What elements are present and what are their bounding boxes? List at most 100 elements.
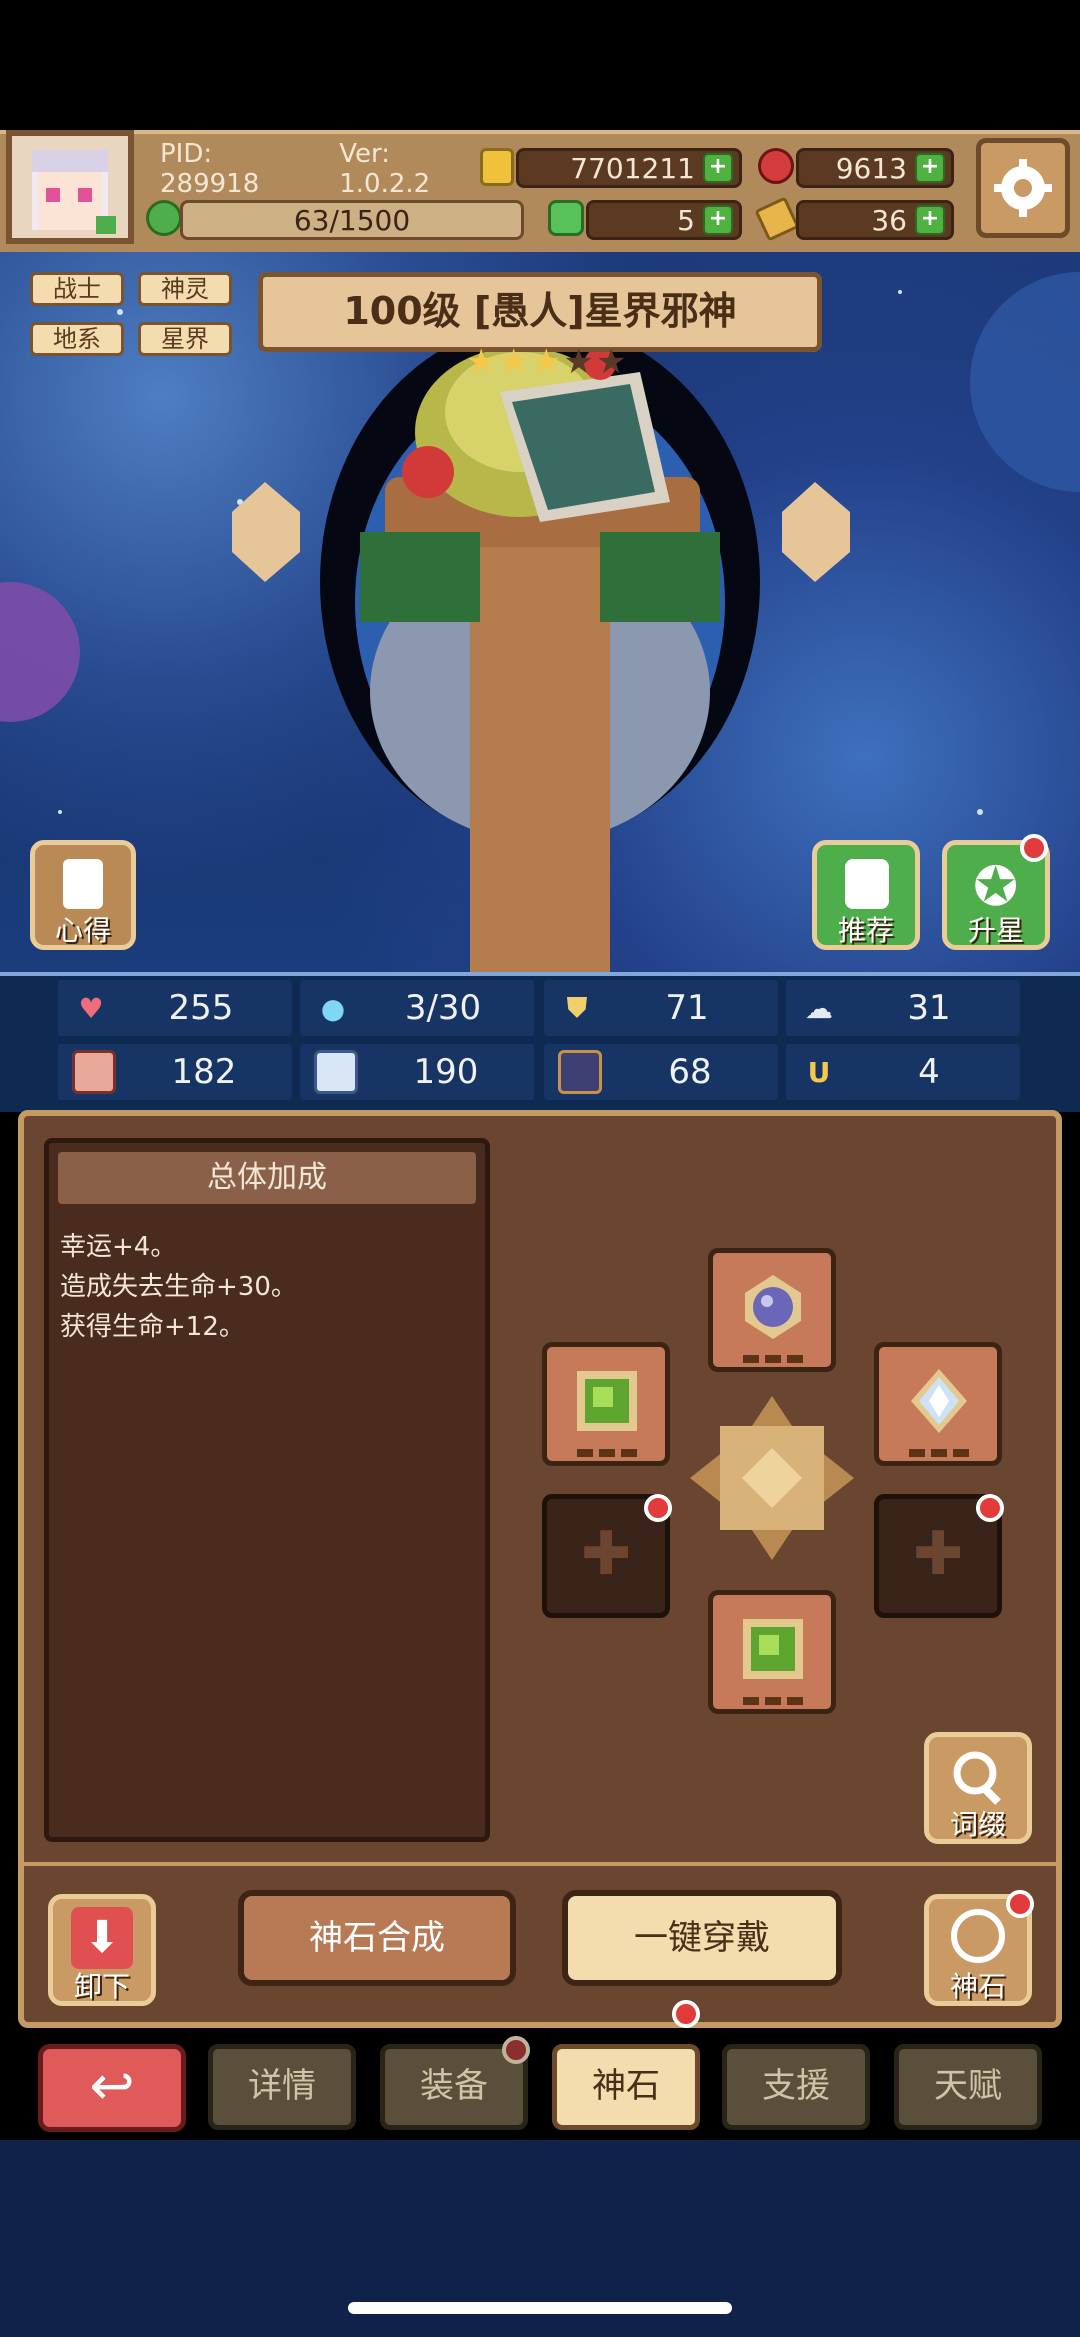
gem-slot-top[interactable] [708,1248,836,1372]
bonus-line: 获得生命+12。 [60,1312,245,1342]
down-arrow-icon: ⬇ [71,1907,133,1969]
fist-icon [72,1050,116,1094]
affix-button[interactable]: 词缀 [924,1732,1032,1844]
ruby-value: 9613 [835,151,907,185]
tab-godstone[interactable]: 神石 [552,2044,700,2130]
stat-hp: ♥ 255 [58,980,292,1036]
center-emblem [686,1392,858,1564]
clover-value: 5 [677,203,695,237]
insights-label: 心得 [54,914,111,947]
star-icon: ★ [498,342,529,382]
thumbs-up-icon [845,859,889,909]
gold-value: 7701211 [570,151,695,185]
stat-value: 68 [668,1052,712,1092]
godstone-label: 神石 [949,1970,1006,2003]
affix-label: 词缀 [949,1808,1006,1841]
purple-gem-icon [745,1275,801,1339]
star-icon: ★ [530,342,562,382]
add-clover-button[interactable]: + [703,205,733,235]
stat-value: 182 [171,1052,237,1092]
stat-defense: ⛊ 71 [544,980,778,1036]
recommend-button[interactable]: 推荐 [812,840,920,950]
key-counter: 36 + [796,200,954,240]
gem-level-pips [743,1355,803,1365]
stat-luck: U 4 [786,1044,1020,1100]
gem-slot-left[interactable] [542,1342,670,1466]
pid-label: PID: 289918 [160,139,260,199]
player-avatar[interactable] [6,130,134,244]
equip-all-button[interactable]: 一键穿戴 [562,1890,842,1986]
insights-button[interactable]: 心得 [30,840,136,950]
recommend-label: 推荐 [837,914,894,947]
add-gold-button[interactable]: + [703,153,733,183]
add-icon: ✚ [913,1519,964,1589]
gear-icon [994,159,1052,217]
combine-godstone-button[interactable]: 神石合成 [238,1890,516,1986]
panel-divider [24,1862,1056,1866]
back-button[interactable]: ↩ [38,2044,186,2132]
star-empty-icon: ★ [563,342,594,382]
stamina-value: 63/1500 [293,203,411,237]
bonus-line: 幸运+4。 [60,1232,177,1262]
stamina-clover-icon [146,200,182,236]
unequip-button[interactable]: ⬇ 卸下 [48,1894,156,2006]
horseshoe-icon: U [807,1055,831,1089]
stat-attack: 182 [58,1044,292,1100]
stat-value: 71 [665,988,709,1028]
tag-earth: 地系 [30,322,124,356]
add-icon: ✚ [581,1519,632,1589]
stat-value: 4 [918,1052,940,1092]
ruby-icon [758,148,794,184]
scroll-icon [63,859,103,909]
gem-slot-right[interactable] [874,1342,1002,1466]
ruby-counter: 9613 + [796,148,954,188]
godstone-icon [951,1909,1005,1963]
stat-agility: 68 [544,1044,778,1100]
unequip-label: 卸下 [73,1970,130,2003]
gem-level-pips [743,1697,803,1707]
water-drop-icon: ● [320,991,346,1025]
gem-slot-bottom[interactable] [708,1590,836,1714]
tag-deity: 神灵 [138,272,232,306]
back-arrow-icon: ↩ [89,2054,135,2117]
boot-icon [558,1050,602,1094]
wing-icon: ☁ [805,991,833,1025]
stat-value: 255 [168,988,234,1028]
star-up-label: 升星 [967,914,1024,947]
add-ruby-button[interactable]: + [915,153,945,183]
tab-talent[interactable]: 天赋 [894,2044,1042,2130]
gold-counter: 7701211 + [516,148,742,188]
white-diamond-gem-icon [911,1369,967,1433]
notification-dot [976,1494,1004,1522]
star-empty-icon: ★ [595,342,627,382]
bonus-panel-title: 总体加成 [58,1152,476,1204]
clover-counter: 5 + [586,200,742,240]
stat-value: 31 [907,988,951,1028]
stamina-bar: 63/1500 [180,200,524,240]
heart-icon: ♥ [78,991,104,1025]
tab-details[interactable]: 详情 [208,2044,356,2130]
green-gem-icon [577,1371,637,1431]
stat-speed: ☁ 31 [786,980,1020,1036]
stat-value: 190 [413,1052,479,1092]
notification-dot [502,2036,530,2064]
stat-value: 3/30 [404,988,482,1028]
gem-level-pips [909,1449,969,1459]
clover-icon [548,200,584,236]
tab-support[interactable]: 支援 [722,2044,870,2130]
stat-magic: 190 [300,1044,534,1100]
star-rating: ★ ★ ★ ★ ★ [466,342,626,382]
version-label: Ver: 1.0.2.2 [339,139,431,199]
shield-icon: ⛊ [566,991,588,1024]
tag-warrior: 战士 [30,272,124,306]
home-indicator[interactable] [348,2302,732,2314]
star-up-notification-dot [1020,834,1048,862]
hero-title: 100级 [愚人]星界邪神 [258,272,822,352]
settings-button[interactable] [976,138,1070,238]
notification-dot [1006,1890,1034,1918]
green-gem-icon [743,1619,803,1679]
star-icon: ★ [466,342,497,382]
add-key-button[interactable]: + [915,205,945,235]
tag-astral: 星界 [138,322,232,356]
notification-dot [672,2000,700,2028]
